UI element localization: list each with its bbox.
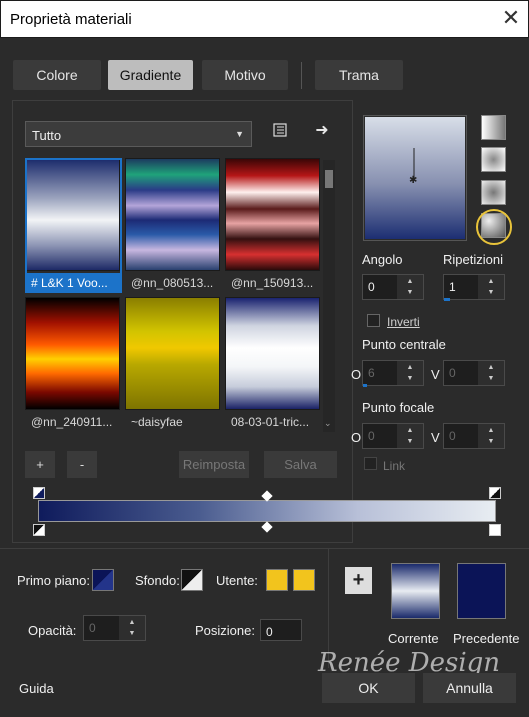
preset-swatch[interactable] [25, 297, 120, 410]
gradient-preview[interactable]: ✱ [363, 115, 467, 241]
end-color-marker[interactable] [489, 487, 501, 499]
spinner-arrows-icon[interactable]: ▲ ▼ [119, 616, 145, 640]
link-checkbox[interactable] [364, 457, 377, 470]
tab-colore[interactable]: Colore [13, 60, 101, 90]
start-opacity-marker[interactable] [33, 524, 45, 536]
preset-filter-value: Tutto [32, 128, 62, 143]
position-value: 0 [266, 625, 273, 639]
preset-swatch[interactable] [125, 297, 220, 410]
foreground-swatch[interactable] [92, 569, 114, 591]
cancel-button[interactable]: Annulla [423, 673, 516, 703]
focal-point-label: Punto focale [362, 400, 435, 415]
preset-label[interactable]: @nn_080513... [125, 273, 220, 293]
title-bar: Proprietà materiali ✕ [0, 0, 529, 38]
position-input[interactable]: 0 [260, 619, 302, 641]
link-label: Link [383, 459, 406, 473]
spinner-arrows-icon[interactable]: ▲ ▼ [397, 275, 423, 299]
help-link[interactable]: Guida [19, 681, 54, 696]
sunburst-gradient-icon[interactable] [481, 180, 506, 205]
reset-button[interactable]: Reimposta [179, 451, 249, 478]
chevron-down-icon[interactable]: ⌄ [324, 418, 332, 429]
window-title: Proprietà materiali [10, 11, 132, 28]
save-button[interactable]: Salva [264, 451, 337, 478]
center-o-value: 6 [368, 366, 375, 380]
user-label: Utente: [216, 573, 258, 588]
tab-separator [301, 62, 302, 89]
end-opacity-marker[interactable] [489, 524, 501, 536]
preset-label[interactable]: @nn_150913... [225, 273, 320, 293]
chevron-down-icon: ▼ [235, 129, 244, 139]
center-point-label: Punto centrale [362, 337, 446, 352]
center-v-label: V [431, 367, 440, 382]
add-swatch-button[interactable]: + [345, 567, 372, 594]
repeats-input[interactable]: 1 ▲ ▼ [443, 274, 505, 300]
add-preset-button[interactable]: + [25, 451, 55, 478]
previous-swatch[interactable] [457, 563, 506, 619]
background-label: Sfondo: [135, 573, 180, 588]
preset-swatch[interactable] [125, 158, 220, 271]
user-color-swatch[interactable] [266, 569, 288, 591]
remove-preset-button[interactable]: - [67, 451, 97, 478]
preset-label[interactable]: ~daisyfae [125, 412, 220, 431]
svg-text:✱: ✱ [409, 175, 417, 184]
background-swatch[interactable] [181, 569, 203, 591]
center-v-value: 0 [449, 366, 456, 380]
center-v-input[interactable]: 0 ▲ ▼ [443, 360, 505, 386]
focal-o-input[interactable]: 0 ▲ ▼ [362, 423, 424, 449]
spinner-arrows-icon[interactable]: ▲ ▼ [397, 361, 423, 385]
opacity-label: Opacità: [28, 623, 77, 638]
preset-label[interactable]: @nn_240911... [25, 412, 120, 431]
tab-trama[interactable]: Trama [315, 60, 403, 90]
spinner-arrows-icon[interactable]: ▲ ▼ [397, 424, 423, 448]
invert-checkbox[interactable] [367, 314, 380, 327]
linear-gradient-icon[interactable] [481, 115, 506, 140]
repeats-value: 1 [449, 280, 456, 294]
rectangular-gradient-icon[interactable] [481, 147, 506, 172]
slider-indicator [444, 298, 450, 301]
angle-input[interactable]: 0 ▲ ▼ [362, 274, 424, 300]
preset-library-icon[interactable] [269, 122, 291, 144]
current-label: Corrente [388, 631, 439, 646]
focal-v-label: V [431, 430, 440, 445]
selection-highlight [25, 158, 122, 293]
focal-o-label: O [351, 430, 362, 445]
invert-label: Inverti [387, 315, 420, 329]
gradient-editor-bar[interactable] [38, 500, 496, 522]
center-o-label: O [351, 367, 362, 382]
repeats-label: Ripetizioni [443, 252, 503, 267]
scrollbar-thumb[interactable] [325, 170, 333, 188]
preset-scrollbar[interactable] [323, 160, 335, 432]
tab-gradiente[interactable]: Gradiente [108, 60, 193, 90]
preset-label[interactable]: 08-03-01-tric... [225, 412, 320, 431]
preset-filter-dropdown[interactable]: Tutto ▼ [25, 121, 252, 147]
opacity-input[interactable]: 0 ▲ ▼ [83, 615, 146, 641]
spinner-arrows-icon[interactable]: ▲ ▼ [478, 361, 504, 385]
ok-button[interactable]: OK [322, 673, 415, 703]
focal-v-input[interactable]: 0 ▲ ▼ [443, 423, 505, 449]
arrow-right-icon[interactable]: ➜ [311, 120, 333, 142]
previous-label: Precedente [453, 631, 520, 646]
preset-swatch[interactable] [225, 158, 320, 271]
tab-motivo[interactable]: Motivo [202, 60, 288, 90]
foreground-label: Primo piano: [17, 573, 90, 588]
user-color-swatch[interactable] [293, 569, 315, 591]
center-o-input[interactable]: 6 ▲ ▼ [362, 360, 424, 386]
spinner-arrows-icon[interactable]: ▲ ▼ [478, 275, 504, 299]
focal-v-value: 0 [449, 429, 456, 443]
spinner-arrows-icon[interactable]: ▲ ▼ [478, 424, 504, 448]
highlight-circle [476, 209, 512, 245]
current-swatch[interactable] [391, 563, 440, 619]
close-icon[interactable]: ✕ [500, 7, 522, 30]
angle-label: Angolo [362, 252, 403, 267]
slider-indicator [363, 384, 367, 387]
preset-swatch[interactable] [225, 297, 320, 410]
focal-o-value: 0 [368, 429, 375, 443]
start-color-marker[interactable] [33, 487, 45, 499]
opacity-value: 0 [89, 621, 96, 635]
position-label: Posizione: [195, 623, 255, 638]
angle-value: 0 [368, 280, 375, 294]
